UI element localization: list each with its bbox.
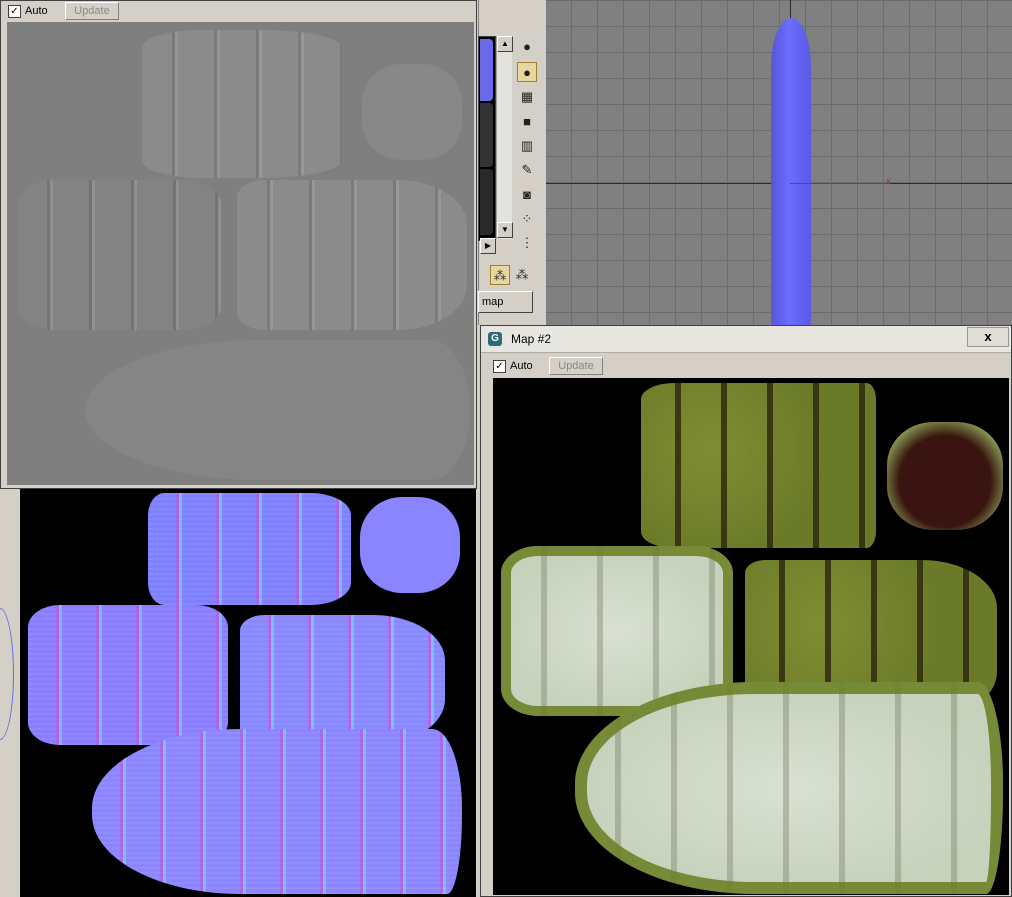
normal-uv-island-belly	[28, 605, 228, 745]
gray-uv-island-belly	[17, 180, 222, 330]
app-logo-icon: G	[488, 332, 502, 346]
sample-slots[interactable]	[478, 36, 496, 241]
sample-slot-1[interactable]	[480, 39, 493, 101]
normal-uv-island-cap	[360, 497, 460, 593]
go-to-parent-icon[interactable]: ⁂	[512, 265, 532, 285]
make-preview-icon[interactable]: ✎	[517, 160, 537, 180]
material-navigator-icon[interactable]: ⋮	[517, 233, 537, 253]
show-end-result-icon[interactable]: ⁂	[490, 265, 510, 285]
gray-uv-island-side	[237, 180, 467, 330]
backlight-icon[interactable]: ●	[517, 62, 537, 82]
gray-uv-island-head	[85, 340, 470, 480]
perspective-viewport[interactable]: x	[545, 0, 1012, 325]
diffuse-map-preview	[493, 378, 1009, 895]
scroll-right-arrow-icon[interactable]: ▶	[480, 238, 496, 254]
scroll-up-arrow-icon[interactable]: ▲	[497, 36, 513, 52]
select-by-material-icon[interactable]: ⁘	[517, 209, 537, 229]
normal-uv-island-head	[92, 729, 462, 894]
sample-type-sphere-icon[interactable]: ●	[517, 37, 537, 57]
normal-map-preview	[20, 489, 476, 897]
window-title: Map #2	[511, 332, 552, 346]
sample-slot-2[interactable]	[480, 103, 493, 167]
color-uv-island-top	[641, 383, 876, 548]
auto-label: Auto	[510, 360, 533, 372]
color-uv-island-head	[575, 682, 1003, 894]
gray-uv-island-top	[142, 30, 342, 178]
map2-window: G Map #2 x ✓ Auto Update	[480, 325, 1012, 897]
auto-checkbox[interactable]: ✓	[493, 360, 506, 373]
auto-checkbox[interactable]: ✓	[8, 5, 21, 18]
options-icon[interactable]: ◙	[517, 185, 537, 205]
video-color-check-icon[interactable]: ▥	[517, 136, 537, 156]
bump-map-preview	[7, 22, 474, 485]
gray-uv-island-cap	[362, 64, 462, 160]
sample-slot-3[interactable]	[480, 169, 493, 235]
checker-background-icon[interactable]: ▦	[517, 87, 537, 107]
close-icon[interactable]: x	[967, 327, 1009, 347]
uv-tiling-icon[interactable]: ■	[517, 112, 537, 132]
map-type-button[interactable]: map	[478, 291, 533, 313]
normal-uv-island-side	[240, 615, 445, 745]
map2-titlebar[interactable]: G Map #2 x	[481, 326, 1011, 353]
update-button[interactable]: Update	[65, 2, 119, 20]
update-button[interactable]: Update	[549, 357, 603, 375]
blue-mesh-object[interactable]	[771, 18, 811, 325]
auto-label: Auto	[25, 5, 48, 17]
normal-uv-island-top	[148, 493, 351, 605]
sample-slot-scrollbar[interactable]: ▲ ▼	[496, 36, 513, 239]
color-uv-island-cap	[887, 422, 1003, 530]
x-axis-label: x	[886, 176, 891, 186]
x-axis-gizmo[interactable]	[790, 183, 890, 184]
gray-map-window: ✓ Auto Update	[0, 0, 477, 489]
scroll-down-arrow-icon[interactable]: ▼	[497, 222, 513, 238]
